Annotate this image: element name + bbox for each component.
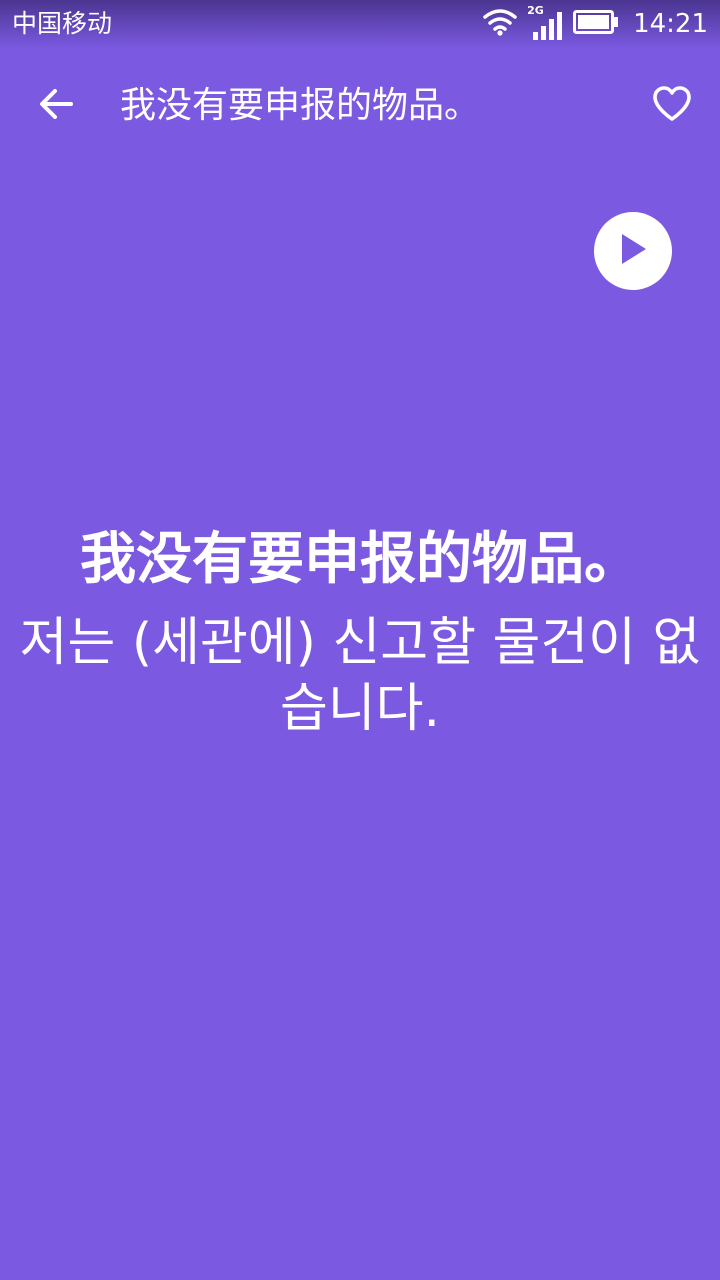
carrier-name: 中国移动 [12, 9, 113, 38]
battery-icon [573, 10, 619, 38]
cellular-signal-icon: 2G [527, 4, 563, 42]
back-button[interactable] [28, 78, 84, 134]
phrase-translation-text: 저는 (세관에) 신고할 물건이 없습니다. [19, 613, 701, 739]
phrase-card: 我没有要申报的物品。 저는 (세관에) 신고할 물건이 없습니다. [0, 520, 720, 742]
status-clock: 14:21 [633, 9, 708, 39]
page-title: 我没有要申报的物品。 [120, 85, 481, 126]
play-audio-button[interactable] [594, 212, 672, 290]
arrow-left-icon [38, 88, 74, 124]
play-icon [618, 232, 648, 270]
favorite-button[interactable] [644, 78, 700, 134]
phrase-source-text: 我没有要申报的物品。 [80, 527, 640, 592]
wifi-icon [483, 8, 517, 40]
status-icons: 2G 14:21 [483, 4, 708, 42]
status-bar: 中国移动 2G 14:21 [0, 0, 720, 48]
heart-outline-icon [652, 86, 692, 126]
app-bar: 我没有要申报的物品。 [0, 48, 720, 168]
